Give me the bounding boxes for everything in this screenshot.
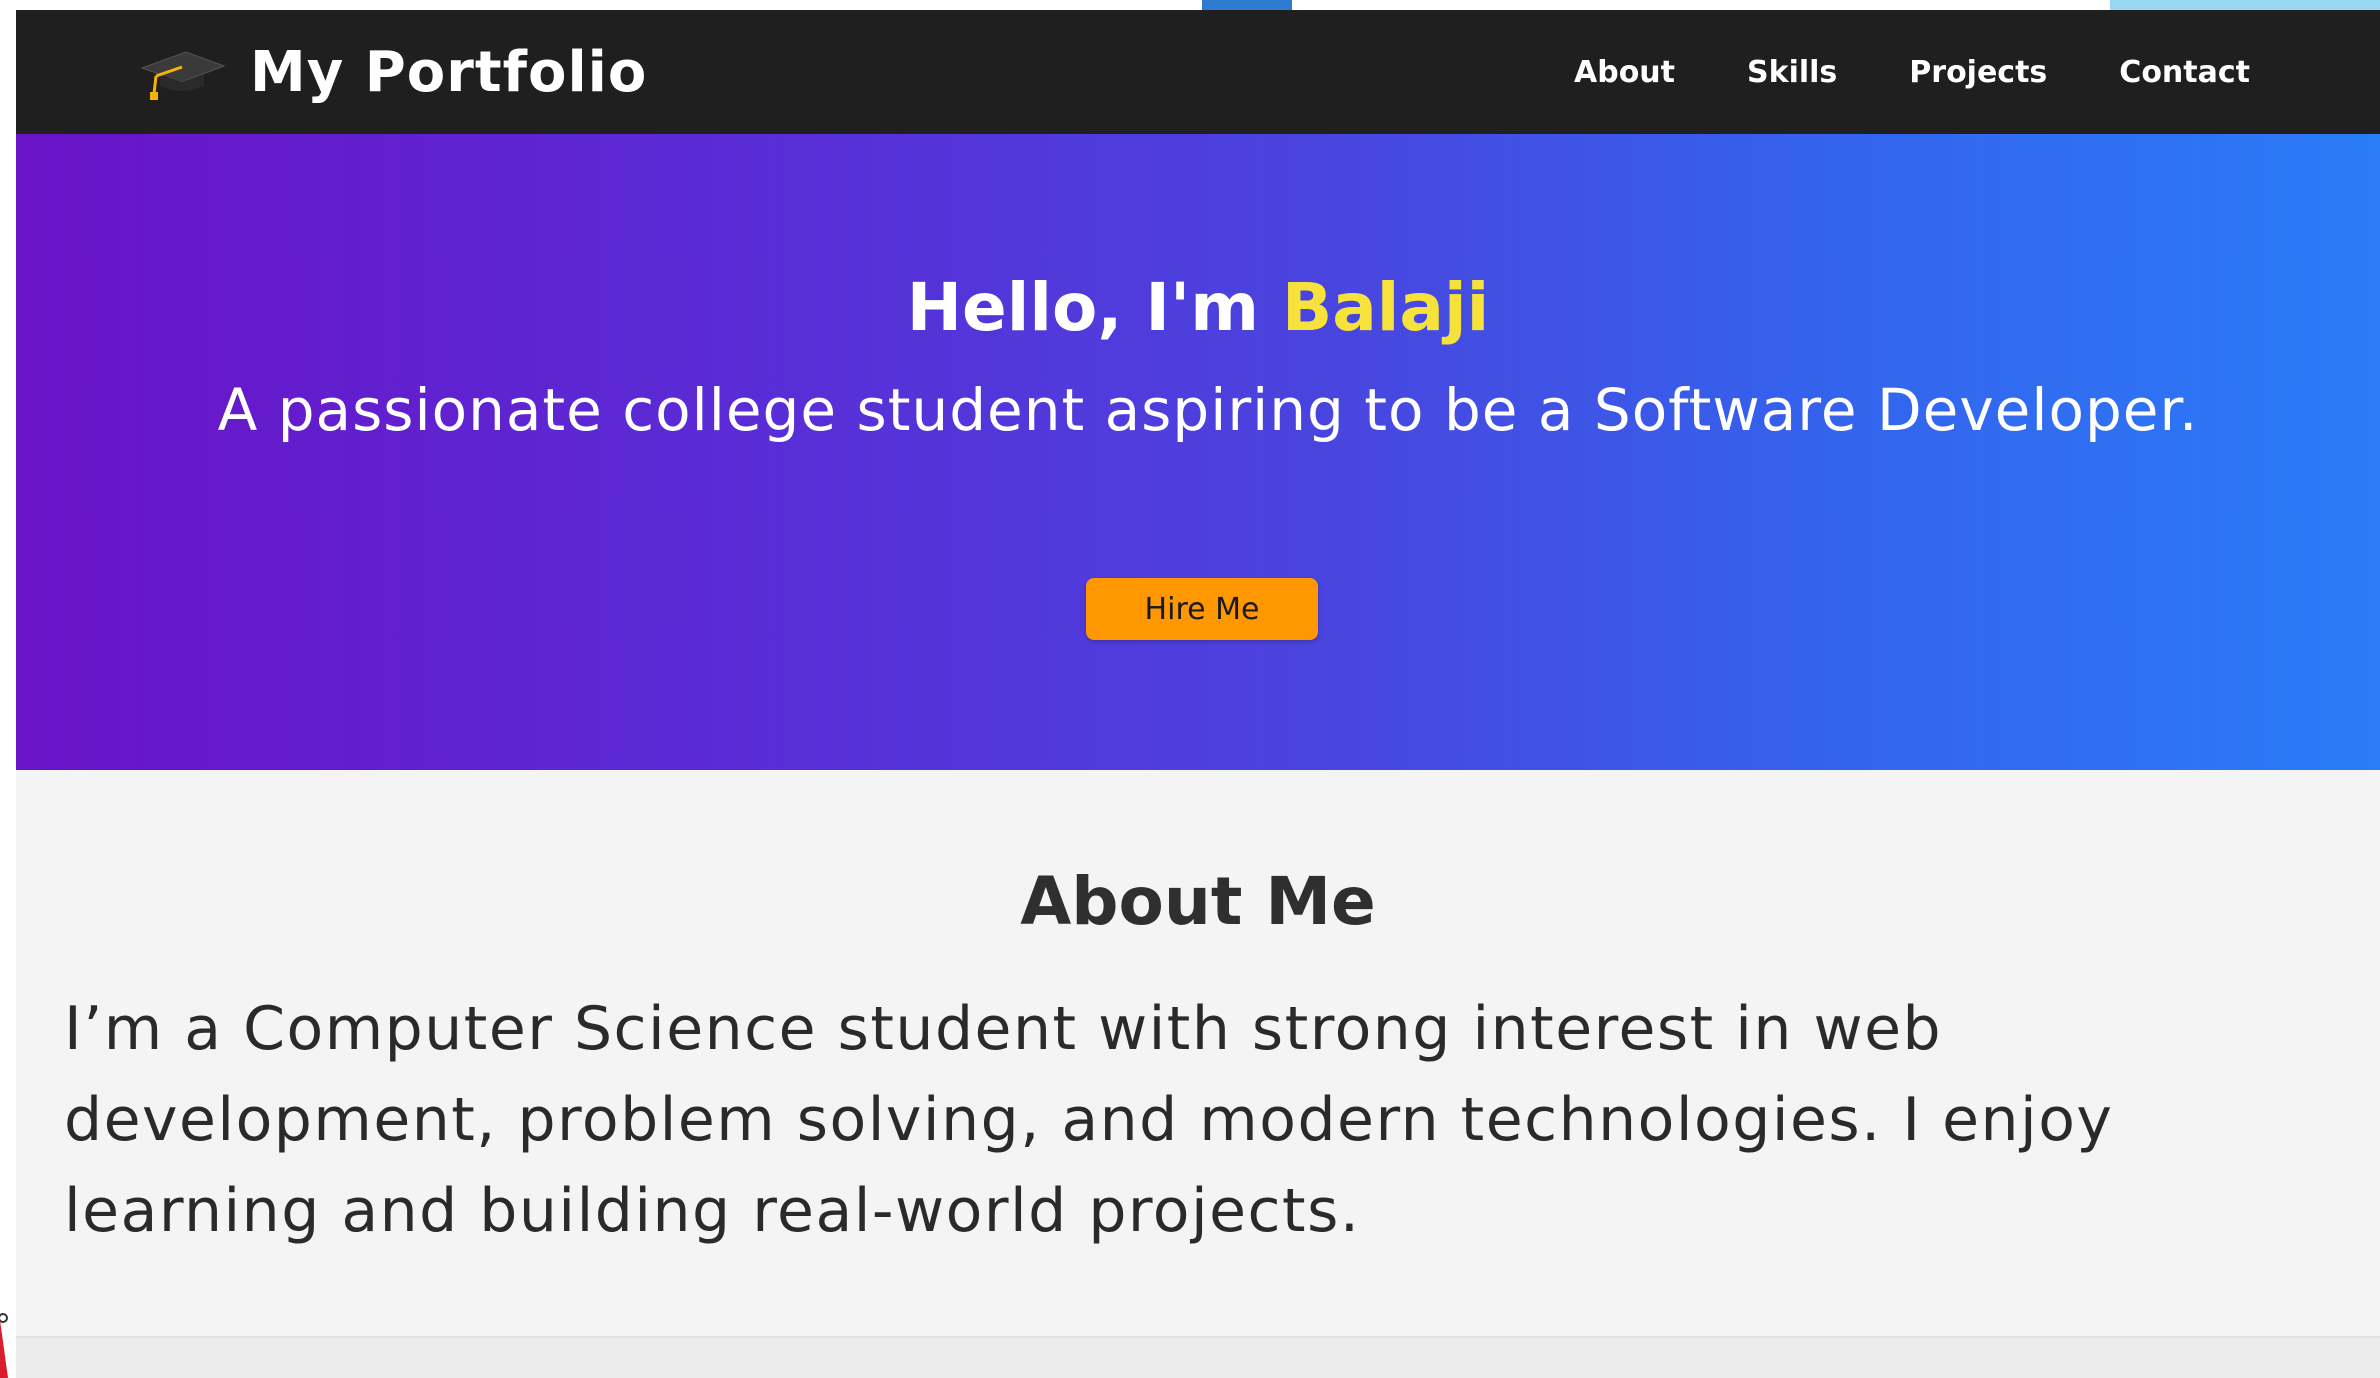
nav-link-projects[interactable]: Projects [1909, 55, 2047, 90]
background-window-edge [2110, 0, 2380, 10]
brand[interactable]: My Portfolio [138, 10, 647, 134]
hire-me-button[interactable]: Hire Me [1086, 578, 1318, 640]
brand-title: My Portfolio [250, 39, 648, 105]
portfolio-page: My Portfolio About Skills Projects Conta… [16, 10, 2380, 1378]
nav-link-contact[interactable]: Contact [2119, 55, 2250, 90]
hero-heading: Hello, I'm Balaji [16, 268, 2380, 348]
nav-item-skills: Skills [1747, 55, 1837, 90]
about-section: About Me I’m a Computer Science student … [16, 770, 2380, 1336]
hero-name: Balaji [1281, 269, 1490, 346]
desktop-artifact [0, 1313, 8, 1378]
next-section-edge [16, 1336, 2380, 1378]
nav-links: About Skills Projects Contact [1574, 10, 2250, 134]
hero-greeting: Hello, I'm [906, 269, 1259, 346]
hero-section: Hello, I'm Balaji A passionate college s… [16, 134, 2380, 770]
background-window-edge [1202, 0, 1292, 10]
nav-link-about[interactable]: About [1574, 55, 1675, 90]
hero-tagline: A passionate college student aspiring to… [217, 376, 2199, 444]
nav-item-projects: Projects [1909, 55, 2047, 90]
nav-item-about: About [1574, 55, 1675, 90]
nav-link-skills[interactable]: Skills [1747, 55, 1837, 90]
navbar: My Portfolio About Skills Projects Conta… [16, 10, 2380, 134]
about-title: About Me [1020, 863, 1376, 940]
graduation-cap-icon [140, 51, 226, 100]
about-text: I’m a Computer Science student with stro… [64, 994, 2114, 1246]
screenshot-frame: My Portfolio About Skills Projects Conta… [0, 0, 2380, 1378]
nav-item-contact: Contact [2119, 55, 2250, 90]
